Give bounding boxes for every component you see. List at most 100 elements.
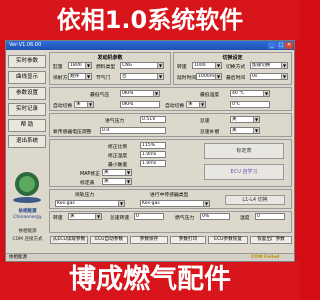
sensor-type-value: Kes-gas <box>142 201 160 206</box>
logo-icon <box>13 172 41 203</box>
sidebar-item-record[interactable]: 实时记录 <box>8 103 46 116</box>
idle-select[interactable]: 关 ▼ <box>230 116 260 123</box>
maximize-icon[interactable]: □ <box>277 42 285 49</box>
chevron-down-icon: ▼ <box>203 201 209 206</box>
idle-label: 怠速 <box>200 119 210 124</box>
switch-mode-value: 加速切换 <box>252 63 271 68</box>
auto-switch-select-1[interactable]: 关 ▼ <box>74 101 94 108</box>
oxy-label: 氧传感器电压调整 <box>53 130 92 135</box>
extra-c-label: 燃气压力 <box>175 216 195 221</box>
chevron-down-icon: ▼ <box>85 74 91 79</box>
base-value: 1.0ms <box>142 152 157 157</box>
auto-switch-select-2[interactable]: 关 ▼ <box>186 101 206 108</box>
map-voltage-label: 进气压力 <box>105 119 125 124</box>
switch-mode-select[interactable]: 加速切换 ▼ <box>250 62 288 69</box>
chevron-down-icon: ▼ <box>281 74 287 79</box>
chevron-down-icon: ▼ <box>87 102 93 107</box>
idle-value: 关 <box>232 117 237 122</box>
sensor-panel: 进气压力 0.51V 怠速 关 ▼ 氧传感器电压调整 0.0 怠速补偿 关 ▼ <box>49 113 292 137</box>
table-flag-value: 关 <box>104 179 109 184</box>
inj-label: 节气门 <box>96 76 111 81</box>
last-time-value: 0s <box>252 74 258 79</box>
close-icon[interactable]: ✕ <box>285 42 293 49</box>
app-window: Ver:V1.06.00 _ □ ✕ 实时参数 曲线显示 参数设置 实时记录 帮… <box>5 40 295 262</box>
auto-switch-value-2: 关 <box>188 102 193 107</box>
map-fix-select[interactable]: 关 ▼ <box>102 169 132 176</box>
oxy-field[interactable]: 0.0 <box>100 127 166 134</box>
ratio-label: 修正比例 <box>108 145 128 150</box>
status-left: 依相能源 <box>9 255 27 260</box>
rpm-select[interactable]: 1000 ▼ <box>192 62 222 69</box>
base-label: 修正温度 <box>108 154 128 159</box>
top-banner: 依相1.0系统软件 <box>0 0 300 40</box>
min-pulse-field[interactable]: 1.0ms <box>140 160 166 167</box>
rpm-label: 转速 <box>177 65 187 70</box>
chevron-down-icon: ▼ <box>85 63 91 68</box>
auto-switch-label-1: 自动切换 <box>53 104 73 109</box>
calib-table-button[interactable]: 标定表 <box>204 143 284 159</box>
rail-pressure-select[interactable]: Kes-gas ▼ <box>55 200 125 207</box>
idle-comp-value: 关 <box>232 128 237 133</box>
sidebar-item-help[interactable]: 帮 助 <box>8 119 46 132</box>
extra-d-field[interactable]: 0 <box>255 213 285 220</box>
window-titlebar: Ver:V1.06.00 _ □ ✕ <box>6 41 294 50</box>
pressure-panel: 最低气压 0KPa ▼ 最低温度 40 ℃ ▼ 自动切换 关 ▼ 0KPa 自动切换 … <box>49 87 292 111</box>
sidebar-item-exit[interactable]: 退出系统 <box>8 135 46 148</box>
fuel-select[interactable]: CNG ▼ <box>120 62 164 69</box>
fuel-label: 燃料类型 <box>96 65 116 70</box>
calibration-panel: 修正比例 115% 修正温度 1.0ms 最小脉宽 1.0ms MAP修正 关 ▼… <box>49 139 292 187</box>
sidebar-bottom-1: 依相能源 <box>18 229 37 234</box>
delay-select[interactable]: 1000ms ▼ <box>196 73 222 80</box>
engine-panel: 发动机参数 缸量 1800 ▼ 燃料类型 CNG ▼ 喷射方式 顺序 ▼ 节气门 否 ▼ <box>49 52 171 85</box>
pressure-threshold-field[interactable]: 0KPa <box>120 101 160 108</box>
chevron-down-icon: ▼ <box>263 91 269 96</box>
ratio-field[interactable]: 115% <box>140 142 166 149</box>
extra-b-label: 怠速转速 <box>110 216 130 221</box>
sensor-type-label: 进行中传感器类型 <box>150 193 189 198</box>
read-ecu-button[interactable]: 从ECU读取参数 <box>50 236 88 244</box>
inj-select[interactable]: 否 ▼ <box>120 73 164 80</box>
min-pressure-select[interactable]: 0KPa ▼ <box>120 90 160 97</box>
map-fix-value: 关 <box>104 170 109 175</box>
map-voltage-field[interactable]: 0.51V <box>140 116 166 123</box>
extra-b-field[interactable]: 0 <box>134 213 164 220</box>
extra-d-value: 0 <box>257 214 260 219</box>
min-temp-select[interactable]: 40 ℃ ▼ <box>230 90 270 97</box>
chevron-down-icon: ▼ <box>253 128 259 133</box>
ecu-auto-button[interactable]: ECU自动参数 <box>90 236 128 244</box>
base-field[interactable]: 1.0ms <box>140 151 166 158</box>
ecu-restore-button[interactable]: ECU参数恢复 <box>208 236 248 244</box>
auto-switch-value-1: 关 <box>76 102 81 107</box>
fuel-mode-select[interactable]: 顺序 ▼ <box>68 73 92 80</box>
cyl-select[interactable]: 1800 ▼ <box>68 62 92 69</box>
engine-panel-title: 发动机参数 <box>97 55 123 61</box>
sensor-type-select[interactable]: Kes-gas ▼ <box>140 200 210 207</box>
ecu-learn-button[interactable]: ECU 自学习 <box>204 164 284 180</box>
bottom-banner: 博成燃气配件 <box>0 262 300 300</box>
min-pulse-label: 最小脉宽 <box>108 163 128 168</box>
chevron-down-icon: ▼ <box>215 74 221 79</box>
save-params-button[interactable]: 参数保存 <box>130 236 168 244</box>
range-switch-button[interactable]: L1-L4 切换 <box>225 195 285 205</box>
sidebar-item-curve[interactable]: 曲线显示 <box>8 71 46 84</box>
min-temp-value: 40 ℃ <box>232 91 245 96</box>
logo-line2: Chinaenergy <box>13 215 42 220</box>
temp-threshold-field[interactable]: 0℃ <box>230 101 270 108</box>
chevron-down-icon: ▼ <box>125 179 131 184</box>
extra-c-field[interactable]: 0% <box>200 213 230 220</box>
sidebar-item-settings[interactable]: 参数设置 <box>8 87 46 100</box>
map-voltage-value: 0.51V <box>142 117 156 122</box>
chevron-down-icon: ▼ <box>215 63 221 68</box>
minimize-icon[interactable]: _ <box>268 42 276 49</box>
pressure-threshold-value: 0KPa <box>122 102 134 107</box>
last-time-select[interactable]: 0s ▼ <box>250 73 288 80</box>
min-pressure-value: 0KPa <box>122 91 134 96</box>
factory-reset-button[interactable]: 恢复出厂参数 <box>250 236 292 244</box>
extra-a-select[interactable]: 关 ▼ <box>68 213 102 220</box>
delay-label: 延时时间 <box>177 76 197 81</box>
idle-comp-select[interactable]: 关 ▼ <box>230 127 260 134</box>
sidebar-item-realtime[interactable]: 实时参数 <box>8 55 46 68</box>
idle-comp-label: 怠速补偿 <box>200 130 220 135</box>
table-flag-select[interactable]: 关 ▼ <box>102 178 132 185</box>
print-params-button[interactable]: 参数打印 <box>170 236 206 244</box>
